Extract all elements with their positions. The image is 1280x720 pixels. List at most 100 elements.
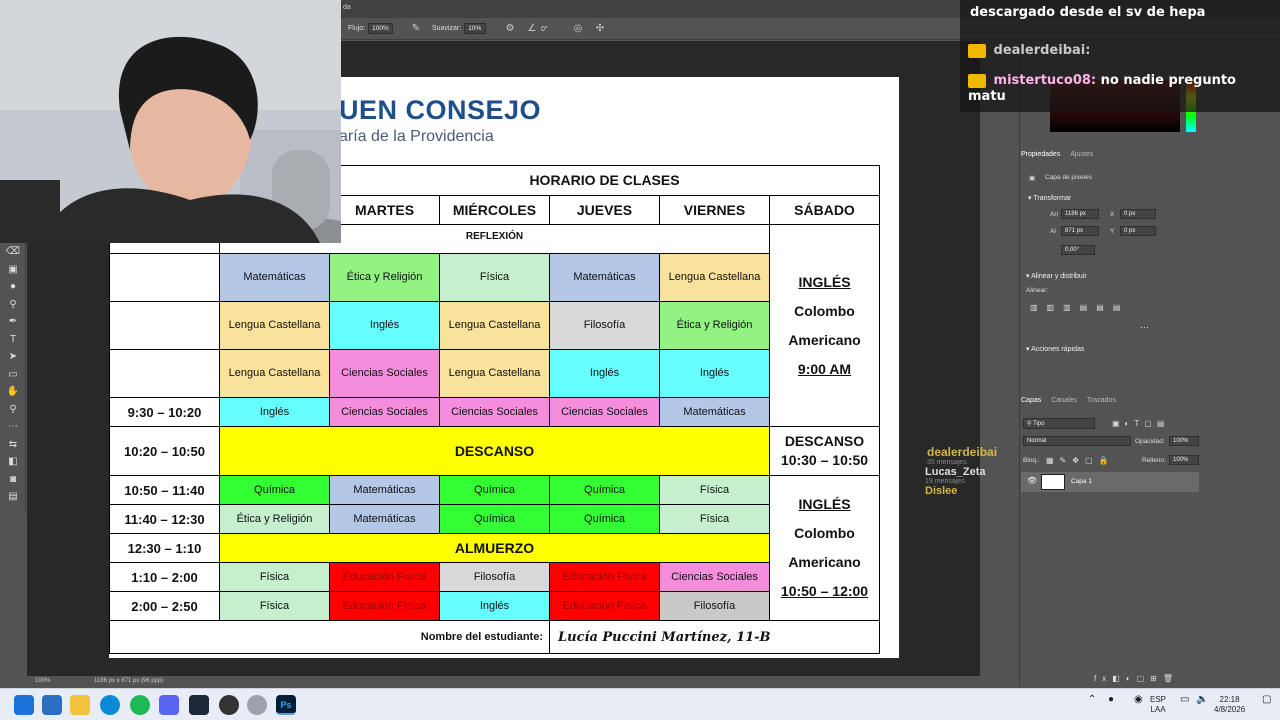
tray-app-icon[interactable]: ●	[1108, 695, 1114, 705]
time-cell: 2:00 – 2:50	[109, 591, 220, 621]
flujo-control[interactable]: Flujo: 100%	[348, 23, 393, 34]
document-size: 1186 px x 871 px (96 ppp)	[94, 678, 164, 684]
width-field[interactable]: 1186 px	[1061, 209, 1099, 219]
sat1-line3: Americano	[788, 331, 861, 348]
leader-sub-2: 19 mensajes	[925, 478, 965, 485]
symmetry-icon[interactable]: ✣	[594, 23, 606, 35]
suavizar-input[interactable]: 10%	[464, 23, 487, 34]
layer-actions-icons[interactable]: fx◧◐▢⊞🗑	[1094, 674, 1179, 683]
screen-mode-icon[interactable]: ▤	[0, 488, 26, 506]
notifications-icon[interactable]: ▢	[1262, 695, 1271, 705]
pressure-icon[interactable]: ◎	[572, 23, 584, 35]
photoshop-taskbar-icon[interactable]: Ps	[276, 695, 296, 715]
x-field[interactable]: 0 px	[1120, 209, 1156, 219]
fill-label: Relleno:	[1142, 457, 1166, 464]
path-select-icon[interactable]: ➤	[0, 348, 26, 366]
eraser-icon[interactable]: ⌫	[0, 243, 26, 261]
more-options-icon[interactable]: ⋯	[1140, 322, 1149, 333]
layer-filter-icons[interactable]: ▣◐T▢▤	[1112, 419, 1169, 428]
language-line2: LAA	[1150, 705, 1166, 714]
gear-icon[interactable]: ⚙	[504, 23, 516, 35]
tab-layers[interactable]: Capas	[1021, 397, 1041, 411]
right-panels	[1019, 41, 1280, 687]
zoom-level[interactable]: 100%	[35, 678, 50, 684]
layer-row[interactable]: 👁 Capa 1	[1021, 472, 1199, 492]
height-field[interactable]: 871 px	[1061, 226, 1099, 236]
dodge-icon[interactable]: ⚲	[0, 296, 26, 314]
color-swatch-icon[interactable]: ◧	[0, 453, 26, 471]
edge-icon[interactable]	[100, 695, 120, 715]
sat2-line3: Americano	[788, 554, 861, 570]
file-explorer-icon[interactable]	[70, 695, 90, 715]
fill-field[interactable]: 100%	[1169, 455, 1199, 465]
y-field[interactable]: 0 px	[1120, 226, 1156, 236]
task-view-icon[interactable]	[42, 695, 62, 715]
rectangle-icon[interactable]: ▭	[0, 366, 26, 384]
type-icon[interactable]: T	[0, 331, 26, 349]
height-label: Al	[1050, 228, 1056, 235]
volume-icon[interactable]: 🔈	[1196, 695, 1208, 705]
language-indicator[interactable]: ESP LAA	[1150, 695, 1166, 715]
hand-icon[interactable]: ✋	[0, 383, 26, 401]
suavizar-control[interactable]: Suavizar: 10%	[432, 23, 487, 34]
time-cell: 1:10 – 2:00	[109, 562, 220, 592]
chat-line-3: mistertuco08: no nadie pregunto	[968, 73, 1236, 88]
tray-chevron-icon[interactable]: ⌃	[1088, 695, 1096, 705]
sat-break-line2: 10:30 – 10:50	[780, 452, 869, 468]
clock-date: 4/8/2026	[1214, 705, 1246, 714]
day-header: VIERNES	[659, 195, 770, 225]
properties-tabs: Propiedades Ajustes	[1021, 151, 1093, 165]
layer-filter-select[interactable]: ⚲ Tipo	[1023, 418, 1095, 429]
class-cell: Matemáticas	[329, 475, 440, 505]
swap-colors-icon[interactable]: ⇆	[0, 436, 26, 454]
zoom-icon[interactable]: ⚲	[0, 401, 26, 419]
ccleaner-icon[interactable]	[247, 695, 267, 715]
lock-icons[interactable]: ▦✎✥▢🔒	[1046, 456, 1114, 465]
tools-panel: ⌫ ▣ ● ⚲ ✒ T ➤ ▭ ✋ ⚲ ⋯ ⇆ ◧ ◙ ▤	[0, 243, 26, 513]
blend-mode-select[interactable]: Normal	[1023, 436, 1131, 446]
chat-text: no nadie pregunto	[1100, 73, 1236, 88]
class-cell: Educación Física	[549, 562, 660, 592]
discord-icon[interactable]	[159, 695, 179, 715]
time-cell: 12:30 – 1:10	[109, 533, 220, 563]
leader-name-3: Dislee	[925, 485, 958, 497]
more-icon[interactable]: ⋯	[0, 418, 26, 436]
tab-properties[interactable]: Propiedades	[1021, 151, 1060, 165]
quick-actions-title[interactable]: ▾ Acciones rápidas	[1026, 345, 1084, 353]
opacity-label: Opacidad:	[1135, 438, 1165, 445]
spotify-icon[interactable]	[130, 695, 150, 715]
class-cell: Química	[439, 504, 550, 534]
opacity-field[interactable]: 100%	[1169, 436, 1199, 446]
flujo-input[interactable]: 100%	[368, 23, 393, 34]
tray-mic-icon[interactable]: ◉	[1134, 695, 1143, 705]
align-buttons-icon[interactable]: ▥▥▥▤▤▤	[1030, 303, 1129, 312]
steam-icon[interactable]	[189, 695, 209, 715]
angle-field[interactable]: 0,00°	[1061, 245, 1095, 255]
class-cell: Física	[659, 475, 770, 505]
clock[interactable]: 22:18 4/8/2026	[1214, 695, 1245, 715]
network-icon[interactable]: ▭	[1180, 695, 1189, 705]
blur-icon[interactable]: ●	[0, 278, 26, 296]
tab-channels[interactable]: Canales	[1051, 397, 1077, 411]
angle-control[interactable]: ∠ 0°	[526, 23, 548, 35]
class-cell: Ciencias Sociales	[329, 349, 440, 398]
sat1-line2: Colombo	[794, 302, 855, 319]
angle-value[interactable]: 0°	[541, 26, 548, 33]
obs-icon[interactable]	[219, 695, 239, 715]
start-icon[interactable]	[14, 695, 34, 715]
time-cell: 9:30 – 10:20	[109, 397, 220, 427]
chat-user: dealerdeibai:	[993, 43, 1091, 58]
class-cell: Ética y Religión	[329, 253, 440, 302]
transform-title[interactable]: ▾ Transformar	[1028, 194, 1071, 202]
tab-paths[interactable]: Trazados	[1087, 397, 1116, 411]
gradient-icon[interactable]: ▣	[0, 261, 26, 279]
align-distribute-title[interactable]: ▾ Alinear y distribuir	[1026, 272, 1087, 280]
pen-icon[interactable]: ✒	[0, 313, 26, 331]
quick-mask-icon[interactable]: ◙	[0, 471, 26, 489]
class-cell: Matemáticas	[219, 253, 330, 302]
visibility-eye-icon[interactable]: 👁	[1027, 476, 1037, 485]
crown-badge-icon	[968, 43, 986, 58]
airbrush-icon[interactable]: ✎	[410, 23, 422, 35]
windows-taskbar: Ps ⌃ ● ◉ ESP LAA ▭ 🔈 22:18 4/8/2026 ▢	[0, 688, 1280, 720]
tab-adjustments[interactable]: Ajustes	[1070, 151, 1093, 165]
